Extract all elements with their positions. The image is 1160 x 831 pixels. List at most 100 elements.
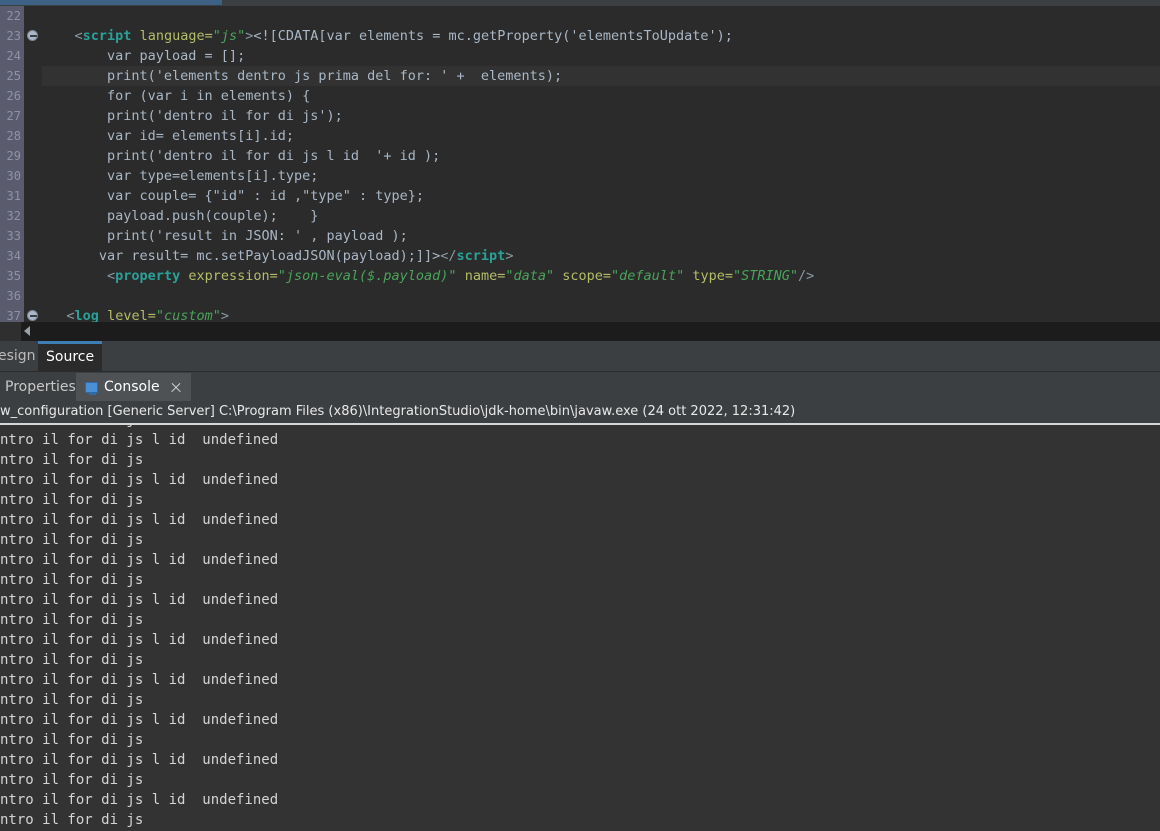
code-token: <![CDATA[var elements = mc.getProperty('… [253, 28, 733, 44]
code-line[interactable]: print('elements dentro js prima del for:… [42, 66, 1160, 86]
tab-source[interactable]: Source [38, 341, 103, 371]
console-line: ntro il for di js [0, 812, 144, 828]
tab-source-label: Source [46, 349, 95, 365]
console-line: ntro il for di js [0, 532, 144, 548]
code-token: name= [464, 268, 506, 284]
line-number: 32 [6, 209, 21, 223]
fold-toggle-icon[interactable] [27, 30, 38, 41]
line-number: 34 [6, 249, 21, 263]
editor-mode-tabs[interactable]: esign Source [0, 341, 1160, 371]
view-tabs[interactable]: Properties Console [0, 371, 1160, 402]
arrow-left-icon[interactable] [24, 326, 30, 336]
code-folding-column[interactable] [24, 6, 42, 322]
console-line: ntro il for di js l id undefined [0, 592, 279, 608]
code-token: payload.push(couple); } [42, 208, 319, 224]
code-token: var payload = []; [42, 48, 246, 64]
code-token: "STRING" [732, 268, 799, 284]
line-number: 31 [6, 189, 21, 203]
code-token: for (var i in elements) { [42, 88, 311, 104]
line-number: 30 [6, 169, 21, 183]
code-token: var result= mc.setPayloadJSON(payload);]… [42, 248, 441, 264]
code-line[interactable] [42, 286, 1160, 306]
code-token: type= [692, 268, 733, 284]
code-token: print('elements dentro js prima del for:… [42, 68, 563, 84]
code-token: scope= [562, 268, 612, 284]
code-token: < [66, 308, 75, 322]
code-line[interactable]: for (var i in elements) { [42, 86, 1160, 106]
code-line[interactable]: var result= mc.setPayloadJSON(payload);]… [42, 246, 1160, 266]
code-token: > [220, 308, 230, 322]
code-line[interactable]: <script language="js"><![CDATA[var eleme… [42, 26, 1160, 46]
line-number: 26 [6, 89, 21, 103]
line-number: 35 [6, 269, 21, 283]
code-line[interactable]: payload.push(couple); } [42, 206, 1160, 226]
line-number: 25 [6, 69, 21, 83]
line-number: 22 [6, 9, 21, 23]
code-line[interactable]: <log level="custom"> [42, 306, 1160, 322]
code-token: "default" [611, 268, 685, 284]
console-line: ntro il for di js l id undefined [0, 792, 279, 808]
line-number: 23 [6, 29, 21, 43]
console-line: ntro il for di js l id undefined [0, 632, 279, 648]
tab-console[interactable]: Console [76, 373, 191, 402]
console-line: ntro il for di js l id undefined [0, 512, 279, 528]
code-line[interactable]: var couple= {"id" : id ,"type" : type}; [42, 186, 1160, 206]
line-number: 29 [6, 149, 21, 163]
line-number: 27 [6, 109, 21, 123]
source-editor[interactable]: 22 23 24 25 26 27 28 29 30 31 32 33 34 35 36 37 <script… [0, 6, 1160, 322]
code-token: < [107, 268, 116, 284]
console-line: ntro il for di js l id undefined [0, 752, 279, 768]
code-line[interactable]: print('dentro il for di js'); [42, 106, 1160, 126]
code-line[interactable]: print('dentro il for di js l id '+ id ); [42, 146, 1160, 166]
console-line: ntro il for di js [0, 692, 144, 708]
code-token: print('dentro il for di js'); [42, 108, 343, 124]
line-number: 37 [6, 309, 21, 322]
code-token: </ [440, 248, 457, 264]
code-token: print('result in JSON: ' , payload ); [42, 228, 408, 244]
code-token: "js" [212, 28, 246, 44]
console-line-text: ntro il for di js [0, 425, 143, 430]
code-text-area[interactable]: <script language="js"><![CDATA[var eleme… [42, 6, 1160, 322]
code-token: > [505, 248, 514, 264]
console-line: ntro il for di js [0, 612, 144, 628]
console-line: ntro il for di js [0, 772, 144, 788]
code-token: print('dentro il for di js l id '+ id ); [42, 148, 441, 164]
console-line: ntro il for di js [0, 732, 144, 748]
monitor-icon [85, 382, 98, 395]
console-line-partial: ntro il for di js [0, 425, 1160, 430]
code-token: script [82, 28, 132, 44]
code-token: "custom" [155, 308, 221, 322]
scrollbar-corner [0, 322, 21, 341]
code-token: script [456, 248, 506, 264]
line-number: 24 [6, 49, 21, 63]
code-token: "json-eval($.payload)" [277, 268, 457, 284]
line-number-gutter: 22 23 24 25 26 27 28 29 30 31 32 33 34 35 36 37 [0, 6, 24, 322]
close-icon[interactable] [170, 382, 182, 394]
console-output[interactable]: ntro il for di js ntro il for di js l id … [0, 425, 1160, 831]
console-line: ntro il for di js l id undefined [0, 552, 279, 568]
code-line[interactable]: var type=elements[i].type; [42, 166, 1160, 186]
console-line: ntro il for di js [0, 572, 144, 588]
tab-properties[interactable]: Properties [0, 373, 85, 402]
console-line: ntro il for di js l id undefined [0, 712, 279, 728]
fold-toggle-icon[interactable] [27, 310, 38, 321]
code-line[interactable]: print('result in JSON: ' , payload ); [42, 226, 1160, 246]
tab-design-label: esign [0, 348, 36, 364]
code-line[interactable] [42, 6, 1160, 26]
console-process-header: w_configuration [Generic Server] C:\Prog… [0, 401, 1160, 423]
editor-horizontal-scrollbar[interactable] [0, 322, 1160, 341]
code-token: log [74, 308, 99, 322]
code-token: var couple= {"id" : id ,"type" : type}; [42, 188, 425, 204]
code-token: /> [798, 268, 815, 284]
code-line[interactable]: var id= elements[i].id; [42, 126, 1160, 146]
code-token: var type=elements[i].type; [42, 168, 319, 184]
code-token: < [74, 28, 83, 44]
code-line[interactable]: <property expression="json-eval($.payloa… [42, 266, 1160, 286]
code-token: property [115, 268, 181, 284]
code-token: language= [139, 28, 213, 44]
code-line[interactable]: var payload = []; [42, 46, 1160, 66]
